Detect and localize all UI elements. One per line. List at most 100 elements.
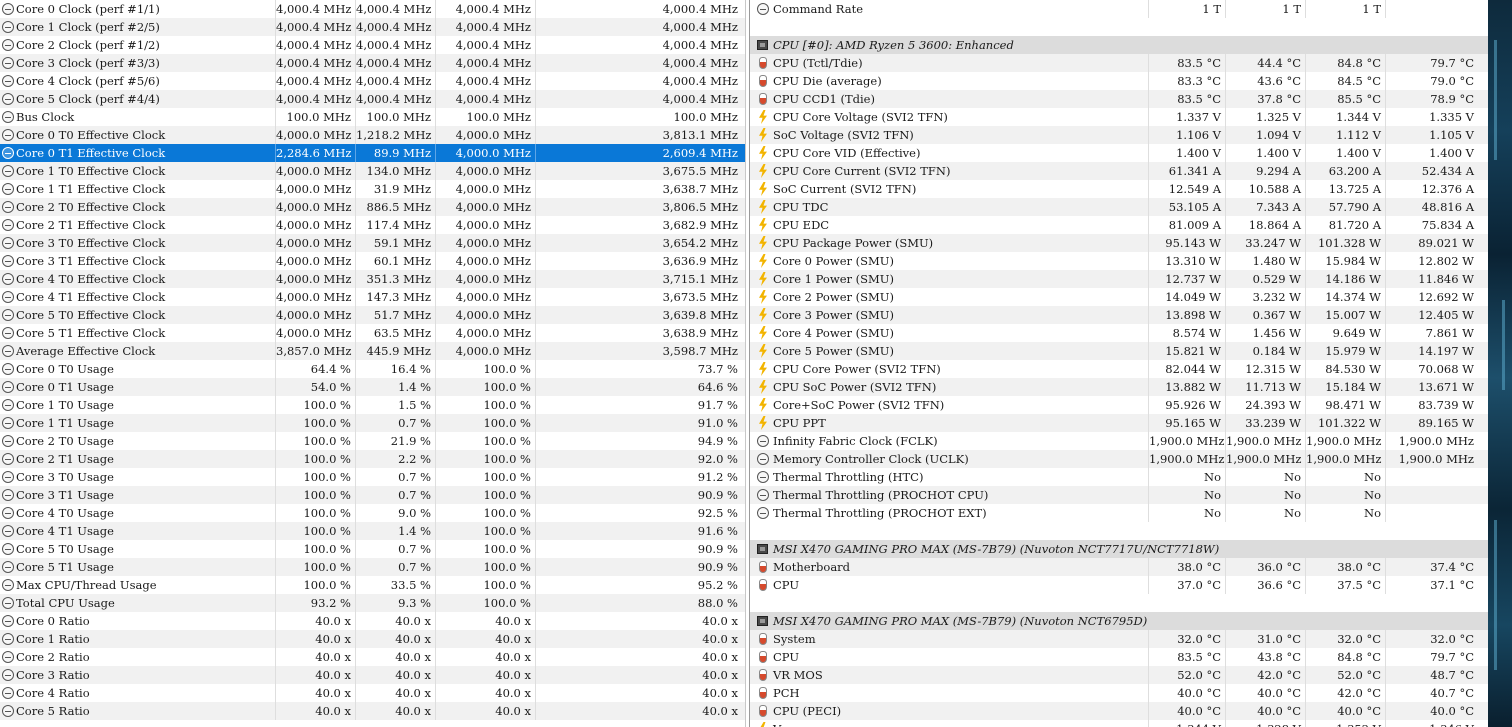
sensor-row[interactable]: Core 4 T0 Effective Clock 4,000.0 MHz 351.… <box>0 270 745 288</box>
sensor-row[interactable]: Core 1 Power (SMU) 12.737 W 0.529 W 14.186 … <box>750 270 1488 288</box>
sensor-row[interactable]: CPU (Tctl/Tdie) 83.5 °C 44.4 °C 84.8 °C 79.7… <box>750 54 1488 72</box>
sensor-row[interactable]: Core+SoC Power (SVI2 TFN) 95.926 W 24.393 … <box>750 396 1488 414</box>
sensor-row[interactable]: CPU Core Current (SVI2 TFN) 61.341 A 9.294… <box>750 162 1488 180</box>
sensor-row[interactable]: CPU Die (average) 83.3 °C 43.6 °C 84.5 °C 79… <box>750 72 1488 90</box>
sensor-row[interactable]: Core 4 Clock (perf #5/6) 4,000.4 MHz 4,000… <box>0 72 745 90</box>
sensor-row[interactable]: PCH 40.0 °C 40.0 °C 42.0 °C 40.7 °C <box>750 684 1488 702</box>
sensor-row[interactable]: CPU 83.5 °C 43.8 °C 84.8 °C 79.7 °C <box>750 648 1488 666</box>
sensor-row[interactable]: Average Effective Clock 3,857.0 MHz 445.9 … <box>0 342 745 360</box>
minimum-value: No <box>1225 468 1305 486</box>
sensor-row[interactable]: Core 2 T0 Usage 100.0 % 21.9 % 100.0 % 94.9 … <box>0 432 745 450</box>
average-value: 48.816 A <box>1385 198 1478 216</box>
sensor-row[interactable]: Vcore 1.344 V1.328 V1.352 V1.346 V <box>750 720 1488 727</box>
sensor-row[interactable]: CPU (PECI) 40.0 °C 40.0 °C 40.0 °C 40.0 °C <box>750 702 1488 720</box>
sensor-row[interactable]: Core 0 T1 Effective Clock 2,284.6 MHz 89.9… <box>0 144 745 162</box>
sensor-row[interactable]: Core 1 Ratio 40.0 x 40.0 x 40.0 x 40.0 x <box>0 630 745 648</box>
sensor-label-text: Core 5 Power (SMU) <box>773 344 894 358</box>
sensor-row[interactable]: Core 5 T0 Effective Clock 4,000.0 MHz 51.7… <box>0 306 745 324</box>
sensor-row[interactable]: Memory Controller Clock (UCLK) 1,900.0 MH… <box>750 450 1488 468</box>
sensor-row[interactable]: SoC Voltage (SVI2 TFN) 1.106 V 1.094 V 1.11… <box>750 126 1488 144</box>
sensor-row[interactable]: CPU PPT 95.165 W 33.239 W 101.322 W 89.165 W <box>750 414 1488 432</box>
sensor-row[interactable]: Max CPU/Thread Usage 100.0 % 33.5 % 100.0 %… <box>0 576 745 594</box>
sensor-row[interactable]: Core 4 Ratio 40.0 x 40.0 x 40.0 x 40.0 x <box>0 684 745 702</box>
sensor-row[interactable]: Thermal Throttling (HTC) No No No <box>750 468 1488 486</box>
sensor-label-text: CPU Core Voltage (SVI2 TFN) <box>773 110 948 124</box>
sensor-row[interactable]: Core 4 T0 Usage 100.0 % 9.0 % 100.0 % 92.5 % <box>0 504 745 522</box>
current-value: 3,857.0 MHz <box>275 342 355 360</box>
average-value: 40.0 °C <box>1385 702 1478 720</box>
sensor-row[interactable]: CPU 37.0 °C 36.6 °C 37.5 °C 37.1 °C <box>750 576 1488 594</box>
sensor-row[interactable]: Motherboard 38.0 °C 36.0 °C 38.0 °C 37.4 °C <box>750 558 1488 576</box>
sensor-row[interactable]: Core 2 Clock (perf #1/2) 4,000.4 MHz 4,000… <box>0 36 745 54</box>
sensor-row[interactable]: CPU SoC Power (SVI2 TFN) 13.882 W 11.713 W… <box>750 378 1488 396</box>
sensor-row[interactable]: Core 5 Ratio 40.0 x 40.0 x 40.0 x 40.0 x <box>0 702 745 720</box>
sensor-row[interactable]: Core 5 T1 Usage 100.0 % 0.7 % 100.0 % 90.9 % <box>0 558 745 576</box>
sensor-row[interactable]: Core 3 Ratio 40.0 x 40.0 x 40.0 x 40.0 x <box>0 666 745 684</box>
sensor-row[interactable]: SoC Current (SVI2 TFN) 12.549 A 10.588 A 13… <box>750 180 1488 198</box>
sensor-row[interactable]: Core 0 T1 Usage 54.0 % 1.4 % 100.0 % 64.6 % <box>0 378 745 396</box>
sensor-row[interactable]: Core 1 T0 Usage 100.0 % 1.5 % 100.0 % 91.7 % <box>0 396 745 414</box>
sensor-row[interactable]: CPU Core Power (SVI2 TFN) 82.044 W 12.315 … <box>750 360 1488 378</box>
sensor-row[interactable]: Core 1 T0 Effective Clock 4,000.0 MHz 134.… <box>0 162 745 180</box>
sensor-row[interactable]: Core 5 T0 Usage 100.0 % 0.7 % 100.0 % 90.9 % <box>0 540 745 558</box>
sensor-list-left[interactable]: Core 0 Clock (perf #1/1) 4,000.4 MHz 4,000… <box>0 0 745 727</box>
sensor-row[interactable]: Core 2 T0 Effective Clock 4,000.0 MHz 886.… <box>0 198 745 216</box>
sensor-row[interactable]: Core 2 Ratio 40.0 x 40.0 x 40.0 x 40.0 x <box>0 648 745 666</box>
sensor-row[interactable]: Core 3 T1 Usage 100.0 % 0.7 % 100.0 % 90.9 % <box>0 486 745 504</box>
sensor-row[interactable]: Core 0 T0 Effective Clock 4,000.0 MHz 1,21… <box>0 126 745 144</box>
sensor-row[interactable]: Core 2 Power (SMU) 14.049 W 3.232 W 14.374 … <box>750 288 1488 306</box>
sensor-row[interactable]: CPU Core VID (Effective) 1.400 V 1.400 V 1.… <box>750 144 1488 162</box>
sensor-row[interactable]: Core 3 Clock (perf #3/3) 4,000.4 MHz 4,000… <box>0 54 745 72</box>
sensor-group-header[interactable]: CPU [#0]: AMD Ryzen 5 3600: Enhanced <box>750 36 1488 54</box>
minimum-value: 7.343 A <box>1225 198 1305 216</box>
minimum-value: 4,000.4 MHz <box>355 0 435 18</box>
sensor-group-header[interactable]: MSI X470 GAMING PRO MAX (MS-7B79) (Nuvot… <box>750 612 1488 630</box>
sensor-list-right[interactable]: Command Rate 1 T1 T1 T CPU [#0]: AMD Ryzen… <box>750 0 1488 727</box>
sensor-group-header[interactable]: MSI X470 GAMING PRO MAX (MS-7B79) (Nuvot… <box>750 540 1488 558</box>
sensor-row[interactable]: Core 3 T0 Effective Clock 4,000.0 MHz 59.1… <box>0 234 745 252</box>
sensor-row[interactable]: Bus Clock 100.0 MHz 100.0 MHz 100.0 MHz 100.… <box>0 108 745 126</box>
sensor-row[interactable]: CPU CCD1 (Tdie) 83.5 °C 37.8 °C 85.5 °C 78.9… <box>750 90 1488 108</box>
sensor-row[interactable]: Core 3 T1 Effective Clock 4,000.0 MHz 60.1… <box>0 252 745 270</box>
sensor-row[interactable]: CPU Package Power (SMU) 95.143 W 33.247 W1… <box>750 234 1488 252</box>
maximum-value: 4,000.4 MHz <box>435 90 535 108</box>
sensor-row[interactable]: Total CPU Usage 93.2 % 9.3 % 100.0 % 88.0 % <box>0 594 745 612</box>
sensor-row[interactable]: Core 3 T0 Usage 100.0 % 0.7 % 100.0 % 91.2 % <box>0 468 745 486</box>
sensor-row[interactable]: Core 5 Clock (perf #4/4) 4,000.4 MHz 4,000… <box>0 90 745 108</box>
sensor-row[interactable]: CPU Core Voltage (SVI2 TFN) 1.337 V 1.325 … <box>750 108 1488 126</box>
bolt-icon <box>759 398 767 412</box>
sensor-row[interactable]: CPU EDC 81.009 A 18.864 A 81.720 A 75.834 A <box>750 216 1488 234</box>
sensor-row[interactable]: Core 1 T1 Usage 100.0 % 0.7 % 100.0 % 91.0 % <box>0 414 745 432</box>
bolt-icon <box>759 308 767 322</box>
sensor-row[interactable]: Core 5 Power (SMU) 15.821 W 0.184 W 15.979 … <box>750 342 1488 360</box>
sensor-row[interactable]: Core 3 Power (SMU) 13.898 W 0.367 W 15.007 … <box>750 306 1488 324</box>
sensor-row[interactable]: Core 0 Clock (perf #1/1) 4,000.4 MHz 4,000… <box>0 0 745 18</box>
sensor-label: SoC Current (SVI2 TFN) <box>750 180 1148 198</box>
minimum-value: 4,000.4 MHz <box>355 72 435 90</box>
sensor-row[interactable]: Core 1 T1 Effective Clock 4,000.0 MHz 31.9… <box>0 180 745 198</box>
sensor-row[interactable]: Core 4 T1 Effective Clock 4,000.0 MHz 147.… <box>0 288 745 306</box>
sensor-row[interactable]: Core 4 Power (SMU) 8.574 W 1.456 W 9.649 W7… <box>750 324 1488 342</box>
sensor-row[interactable]: Core 5 T1 Effective Clock 4,000.0 MHz 63.5… <box>0 324 745 342</box>
sensor-row[interactable]: Command Rate 1 T1 T1 T <box>750 0 1488 18</box>
sensor-row[interactable]: VR MOS 52.0 °C 42.0 °C 52.0 °C 48.7 °C <box>750 666 1488 684</box>
sensor-row[interactable]: Infinity Fabric Clock (FCLK) 1,900.0 MHz 1… <box>750 432 1488 450</box>
maximum-value: 4,000.4 MHz <box>435 54 535 72</box>
current-value: 4,000.0 MHz <box>275 198 355 216</box>
sensor-row[interactable]: Core 1 Clock (perf #2/5) 4,000.4 MHz 4,000… <box>0 18 745 36</box>
sensor-label-text: CPU <box>773 578 800 592</box>
sensor-label: CPU Core VID (Effective) <box>750 144 1148 162</box>
sensor-row[interactable]: System 32.0 °C 31.0 °C 32.0 °C 32.0 °C <box>750 630 1488 648</box>
sensor-row[interactable]: Core 4 T1 Usage 100.0 % 1.4 % 100.0 % 91.6 % <box>0 522 745 540</box>
current-value: 83.3 °C <box>1148 72 1225 90</box>
sensor-row[interactable]: CPU TDC 53.105 A 7.343 A 57.790 A 48.816 A <box>750 198 1488 216</box>
sensor-row[interactable]: Thermal Throttling (PROCHOT CPU) No No No <box>750 486 1488 504</box>
sensor-row[interactable]: Core 0 Power (SMU) 13.310 W 1.480 W 15.984 … <box>750 252 1488 270</box>
sensor-row[interactable]: Core 2 T1 Usage 100.0 % 2.2 % 100.0 % 92.0 % <box>0 450 745 468</box>
maximum-value: 63.200 A <box>1305 162 1385 180</box>
sensor-row[interactable]: Thermal Throttling (PROCHOT EXT) No No No <box>750 504 1488 522</box>
sensor-row[interactable]: Core 0 Ratio 40.0 x 40.0 x 40.0 x 40.0 x <box>0 612 745 630</box>
sensor-row[interactable]: Core 0 T0 Usage 64.4 % 16.4 % 100.0 % 73.7 % <box>0 360 745 378</box>
average-value: 64.6 % <box>535 378 742 396</box>
sensor-row[interactable]: Core 2 T1 Effective Clock 4,000.0 MHz 117.… <box>0 216 745 234</box>
